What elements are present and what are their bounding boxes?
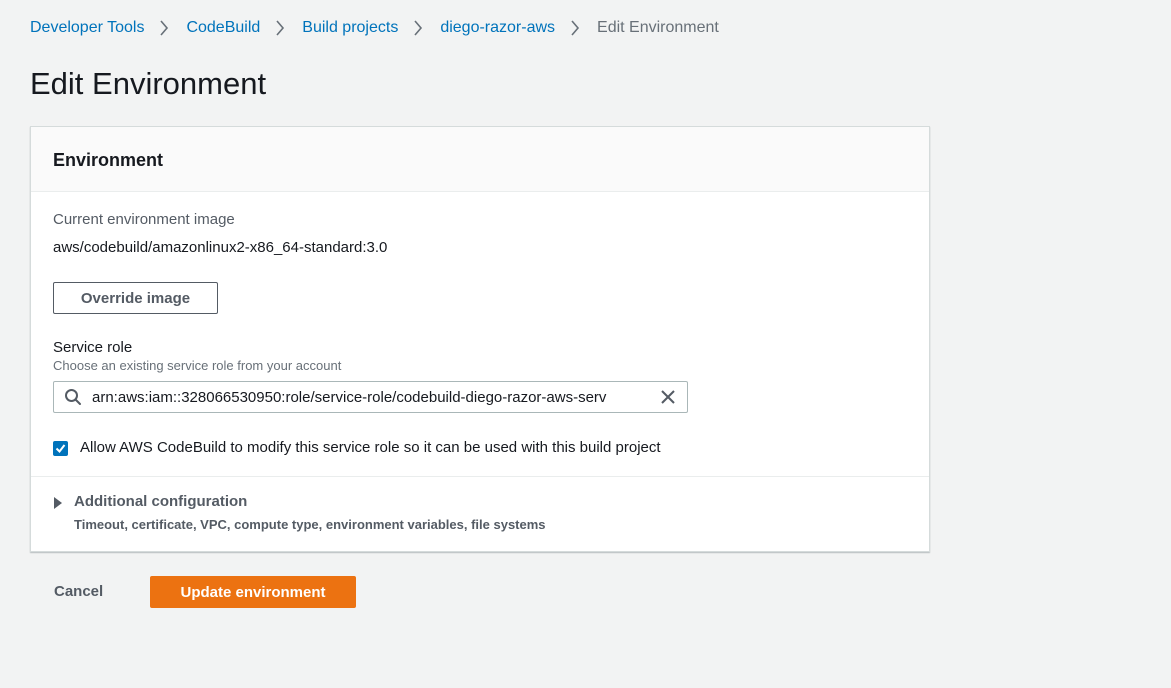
caret-right-icon	[54, 497, 62, 509]
allow-modify-label[interactable]: Allow AWS CodeBuild to modify this servi…	[80, 438, 661, 458]
service-role-search[interactable]	[53, 381, 688, 413]
cancel-button[interactable]: Cancel	[54, 582, 103, 602]
check-icon	[55, 443, 66, 453]
search-icon	[54, 382, 92, 412]
panel-header: Environment	[31, 127, 929, 192]
current-image-label: Current environment image	[53, 211, 235, 228]
breadcrumb-item-project[interactable]: diego-razor-aws	[440, 18, 555, 38]
divider	[31, 476, 929, 477]
breadcrumb-item-developer-tools[interactable]: Developer Tools	[30, 18, 144, 38]
chevron-right-icon	[561, 18, 591, 38]
allow-modify-checkbox[interactable]	[53, 440, 68, 456]
panel-title: Environment	[53, 150, 164, 170]
service-role-input[interactable]	[92, 383, 649, 411]
breadcrumb-item-codebuild[interactable]: CodeBuild	[186, 18, 260, 38]
additional-configuration-description: Timeout, certificate, VPC, compute type,…	[74, 517, 546, 532]
additional-configuration-title[interactable]: Additional configuration	[74, 492, 247, 512]
page: Developer Tools CodeBuild Build projects…	[0, 0, 1171, 688]
current-image-value: aws/codebuild/amazonlinux2-x86_64-standa…	[53, 239, 388, 256]
breadcrumb-current: Edit Environment	[597, 19, 719, 36]
allow-modify-row: Allow AWS CodeBuild to modify this servi…	[53, 438, 661, 458]
service-role-description: Choose an existing service role from you…	[53, 358, 342, 373]
page-title: Edit Environment	[30, 66, 267, 101]
environment-panel: Environment Current environment image aw…	[30, 126, 930, 552]
override-image-button[interactable]: Override image	[53, 282, 218, 314]
chevron-right-icon	[150, 18, 180, 38]
service-role-label: Service role	[53, 339, 133, 356]
breadcrumb: Developer Tools CodeBuild Build projects…	[30, 18, 719, 38]
close-icon[interactable]	[649, 382, 687, 412]
chevron-right-icon	[404, 18, 434, 38]
update-environment-button[interactable]: Update environment	[150, 576, 356, 608]
chevron-right-icon	[266, 18, 296, 38]
breadcrumb-item-build-projects[interactable]: Build projects	[302, 18, 398, 38]
